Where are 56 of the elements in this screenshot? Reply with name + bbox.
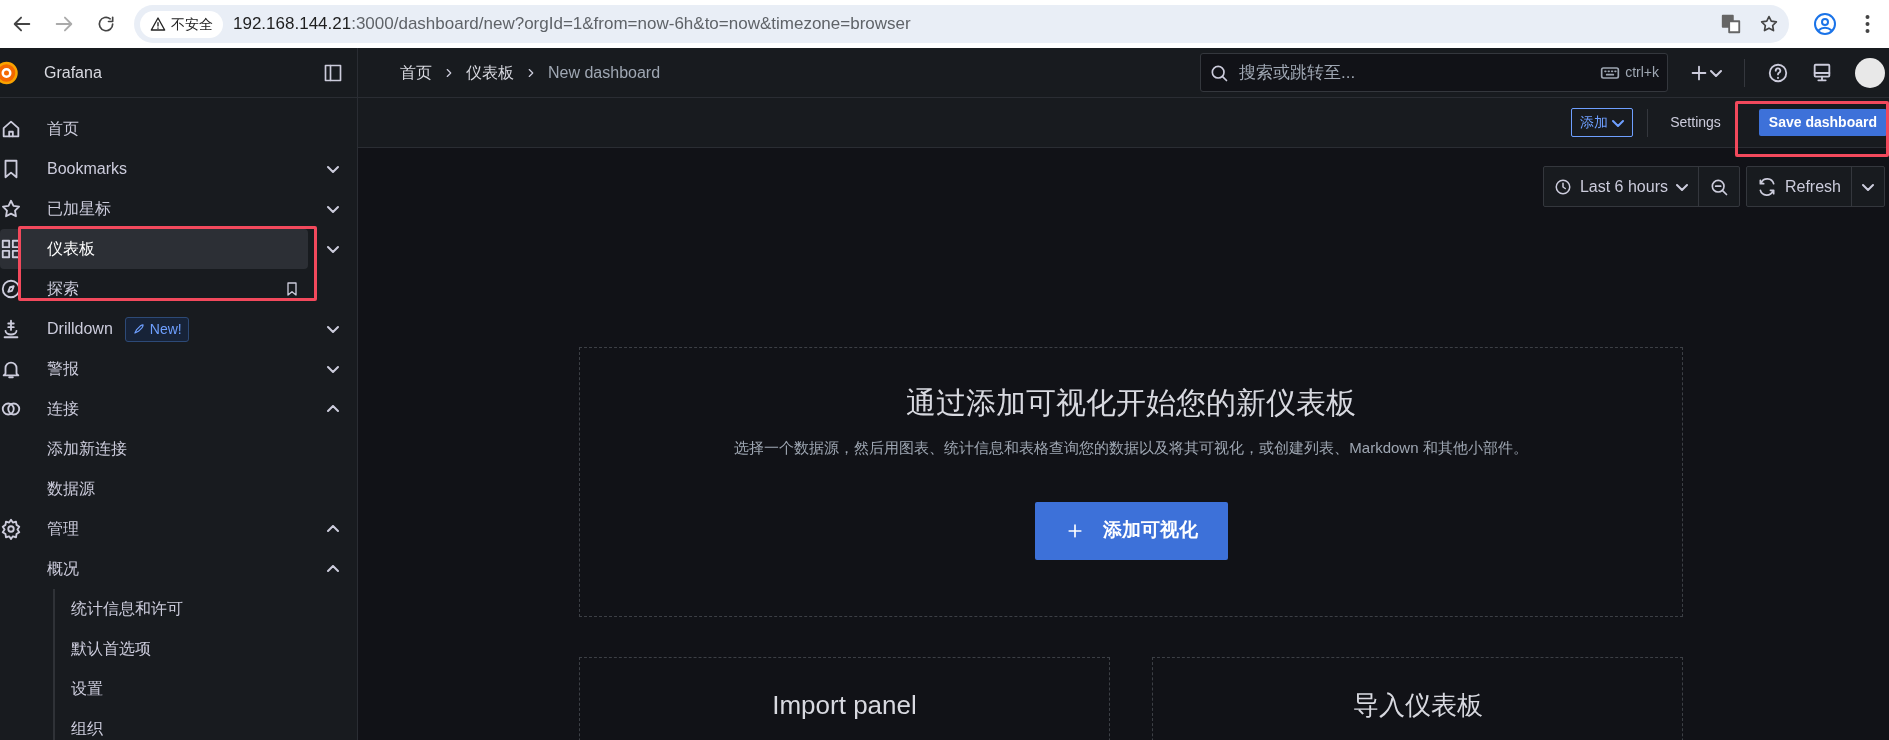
- sidebar-item[interactable]: 连接: [0, 389, 357, 429]
- help-icon: [1767, 61, 1789, 84]
- warning-icon: [150, 16, 166, 32]
- sidebar-item[interactable]: Bookmarks: [0, 149, 357, 189]
- add-button[interactable]: 添加: [1571, 108, 1634, 137]
- brand-name: Grafana: [44, 62, 102, 83]
- search-field[interactable]: 搜索或跳转至... ctrl+k: [1200, 53, 1668, 92]
- help-button[interactable]: [1767, 61, 1789, 84]
- empty-state-title: 通过添加可视化开始您的新仪表板: [906, 385, 1356, 421]
- sidebar-item[interactable]: Drilldown New!: [0, 309, 357, 349]
- add-visualization-button[interactable]: 添加可视化: [1034, 501, 1228, 560]
- settings-icon: [0, 518, 22, 540]
- card-title: 导入仪表板: [1352, 689, 1483, 720]
- avatar[interactable]: [1855, 57, 1885, 88]
- breadcrumb-link[interactable]: 首页: [400, 60, 432, 85]
- profile-button[interactable]: [1811, 10, 1839, 38]
- empty-state-description: 选择一个数据源，然后用图表、统计信息和表格查询您的数据以及将其可视化，或创建列表、Markdown 和其他小部件。: [734, 438, 1528, 458]
- home-icon: [0, 118, 22, 140]
- chevron-down-icon: [1675, 182, 1688, 191]
- star-icon: [1759, 14, 1779, 34]
- settings-button[interactable]: Settings: [1662, 112, 1729, 133]
- sidebar-item[interactable]: 设置: [0, 669, 357, 709]
- sidebar-item[interactable]: 默认首选项: [0, 629, 357, 669]
- shortcut-hint: ctrl+k: [1600, 62, 1659, 83]
- sidebar-item[interactable]: 数据源: [0, 469, 357, 509]
- url-text: 192.168.144.21:3000/dashboard/new?orgId=1&from=now-6h&to=now&timezone=browser: [233, 13, 911, 36]
- monitor-icon: [1811, 61, 1833, 84]
- sidebar-item[interactable]: 添加新连接: [0, 429, 357, 469]
- sidebar-item[interactable]: 概况: [0, 549, 357, 589]
- address-bar[interactable]: 不安全 192.168.144.21:3000/dashboard/new?orgId=1&from=now-6h&to=now&timezone=browser: [134, 5, 1789, 43]
- save-button[interactable]: Save dashboard: [1758, 109, 1887, 136]
- card-title: Import panel: [772, 689, 917, 720]
- sidebar-item[interactable]: 统计信息和许可: [0, 589, 357, 629]
- reload-icon: [96, 14, 116, 34]
- new-badge: New!: [124, 316, 189, 342]
- sidebar-item[interactable]: 管理: [0, 509, 357, 549]
- search-input[interactable]: 搜索或跳转至...: [1237, 58, 1593, 87]
- translate-icon: [1720, 13, 1742, 35]
- chevron-down-icon: [1710, 68, 1722, 77]
- sidebar-item[interactable]: 首页: [0, 109, 357, 149]
- sidebar-item[interactable]: 组织: [0, 709, 357, 740]
- security-chip[interactable]: 不安全: [140, 10, 223, 38]
- sidebar-item[interactable]: 已加星标: [0, 189, 357, 229]
- chevron-down-icon: [1612, 118, 1625, 127]
- chevron-down-icon: [1862, 182, 1874, 191]
- breadcrumb-link[interactable]: 仪表板: [466, 60, 514, 85]
- clock-icon: [1553, 177, 1572, 196]
- breadcrumb-link[interactable]: New dashboard: [548, 60, 661, 85]
- star-icon: [0, 198, 22, 220]
- menu-icon: [1864, 14, 1870, 34]
- sidebar-item[interactable]: 探索: [0, 269, 357, 309]
- sidebar-icon: [323, 62, 343, 83]
- profile-icon: [1813, 12, 1837, 36]
- sidebar-item[interactable]: 警报: [0, 349, 357, 389]
- dock-menu-button[interactable]: [323, 62, 343, 83]
- kiosk-button[interactable]: [1811, 61, 1833, 84]
